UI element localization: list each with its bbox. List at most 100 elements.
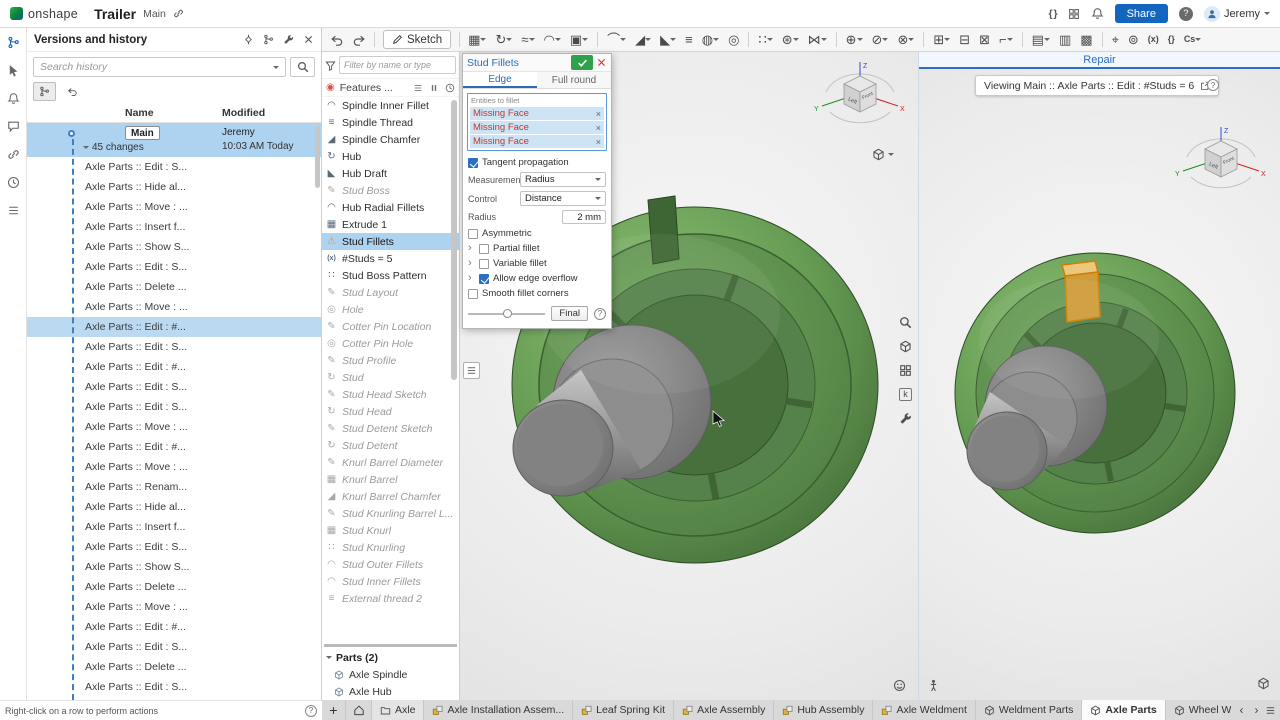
mass-properties-icon[interactable]: ⊚ <box>1128 33 1139 46</box>
feature-item[interactable]: ⚠Stud Fillets <box>322 233 459 250</box>
boolean-icon[interactable]: ⊕ <box>846 33 863 46</box>
user-menu[interactable]: Jeremy <box>1204 6 1270 22</box>
measurement-select[interactable]: Radius <box>520 172 606 187</box>
delete-face-icon[interactable]: ⊟ <box>959 33 970 46</box>
feature-item[interactable]: ↻Stud Detent <box>322 437 459 454</box>
remove-entity-icon[interactable]: × <box>596 137 601 147</box>
feedback-icon[interactable] <box>7 92 20 105</box>
close-panel-icon[interactable] <box>303 34 314 45</box>
tabs-scroll-left-button[interactable]: ‹ <box>1235 703 1248 717</box>
entities-to-fillet-box[interactable]: Entities to fillet Missing Face×Missing … <box>467 93 607 151</box>
hint-help-icon[interactable]: ? <box>305 705 317 717</box>
rib-icon[interactable]: ≡ <box>685 33 693 46</box>
feature-item[interactable]: ↻Stud <box>322 369 459 386</box>
feature-item[interactable]: ✎Knurl Barrel Diameter <box>322 454 459 471</box>
share-button[interactable]: Share <box>1115 4 1168 23</box>
parts-section-header[interactable]: Parts (2) <box>322 649 459 666</box>
repair-header[interactable]: Repair <box>919 52 1280 69</box>
mirror-icon[interactable]: ⋈ <box>808 33 827 46</box>
feature-item[interactable]: ◎Hole <box>322 301 459 318</box>
shell-icon[interactable]: ◍ <box>702 33 719 46</box>
compare-3d-viewport[interactable]: Viewing Main :: Axle Parts :: Edit : #St… <box>919 69 1280 700</box>
suppress-icon[interactable] <box>429 83 439 93</box>
feature-item[interactable]: ✎Stud Layout <box>322 284 459 301</box>
view-menu-button[interactable] <box>872 148 894 161</box>
feature-tree-scrollbar[interactable] <box>451 100 457 380</box>
notes-icon[interactable] <box>7 204 20 217</box>
feature-history-icon[interactable] <box>445 83 455 93</box>
linear-pattern-icon[interactable]: ∷ <box>758 33 772 46</box>
remove-entity-icon[interactable]: × <box>596 123 601 133</box>
feature-item[interactable]: ◠Hub Radial Fillets <box>322 199 459 216</box>
main-branch-badge[interactable]: Main <box>125 126 160 140</box>
dialog-help-icon[interactable]: ? <box>594 308 606 320</box>
tabs-menu-button[interactable] <box>1265 705 1276 716</box>
restore-history-icon[interactable] <box>61 82 84 101</box>
help-icon[interactable]: ? <box>1179 7 1193 21</box>
remove-entity-icon[interactable]: × <box>596 109 601 119</box>
fill-surface-icon[interactable]: ▤ <box>1032 33 1050 46</box>
feature-item[interactable]: ◠Spindle Inner Fillet <box>322 97 459 114</box>
cube-face-front[interactable]: Front <box>1222 155 1236 166</box>
smooth-fillet-corners-row[interactable]: Smooth fillet corners <box>463 286 611 301</box>
search-history-input[interactable]: Search history <box>33 57 286 77</box>
asymmetric-row[interactable]: Asymmetric <box>463 226 611 241</box>
feature-item[interactable]: ✎Stud Knurling Barrel L... <box>322 505 459 522</box>
feature-item[interactable]: ◠Stud Outer Fillets <box>322 556 459 573</box>
display-options-icon[interactable] <box>897 410 914 427</box>
select-tool-icon[interactable] <box>7 64 20 77</box>
create-version-icon[interactable] <box>243 34 254 45</box>
allow-edge-overflow-row[interactable]: › Allow edge overflow <box>463 271 611 286</box>
compare-view-options-icon[interactable] <box>1257 677 1270 690</box>
enclose-icon[interactable]: ▩ <box>1080 33 1092 46</box>
circular-pattern-icon[interactable]: ⊛ <box>782 33 799 46</box>
feature-item[interactable]: ✎Stud Head Sketch <box>322 386 459 403</box>
chamfer-icon[interactable]: ◢ <box>635 33 651 46</box>
feature-item[interactable]: ∷Stud Boss Pattern <box>322 267 459 284</box>
cube-face-front[interactable]: Front <box>861 90 875 101</box>
extrude-icon[interactable]: ▦ <box>468 33 486 46</box>
history-icon[interactable] <box>7 176 20 189</box>
create-branch-icon[interactable] <box>263 34 274 45</box>
variables-icon[interactable]: (x) <box>1148 35 1159 44</box>
versions-history-panel-icon[interactable] <box>7 36 20 49</box>
document-link-icon[interactable] <box>173 8 184 19</box>
feature-item[interactable]: ✎Stud Detent Sketch <box>322 420 459 437</box>
feature-item[interactable]: ✎Cotter Pin Location <box>322 318 459 335</box>
feature-item[interactable]: ◎Cotter Pin Hole <box>322 335 459 352</box>
thicken-icon[interactable]: ▣ <box>570 33 588 46</box>
rollback-slider[interactable] <box>468 313 545 315</box>
feature-item[interactable]: ▦Stud Knurl <box>322 522 459 539</box>
feature-item[interactable]: ◢Spindle Chamfer <box>322 131 459 148</box>
boundary-surface-icon[interactable]: ▥ <box>1059 33 1071 46</box>
tangent-propagation-row[interactable]: Tangent propagation <box>463 155 611 170</box>
hole-icon[interactable]: ◎ <box>728 33 739 46</box>
part-item[interactable]: Axle Hub <box>322 683 459 700</box>
versions-scrollbar[interactable] <box>315 126 320 188</box>
sketch-button[interactable]: Sketch <box>383 30 451 49</box>
intersect-icon[interactable]: ⊗ <box>897 33 914 46</box>
redo-button[interactable] <box>352 33 366 47</box>
changes-expander[interactable]: 45 changes <box>83 142 144 153</box>
missing-face-entity[interactable]: Missing Face× <box>470 107 604 120</box>
branch-view-toggle-icon[interactable] <box>33 82 56 101</box>
missing-face-entity[interactable]: Missing Face× <box>470 121 604 134</box>
loft-icon[interactable]: ◠ <box>544 33 561 46</box>
part-item[interactable]: Axle Spindle <box>322 666 459 683</box>
named-views-icon[interactable] <box>897 362 914 379</box>
partial-fillet-row[interactable]: › Partial fillet <box>463 241 611 256</box>
compare-help-icon[interactable]: ? <box>1207 79 1219 91</box>
feature-item[interactable]: ≡Spindle Thread <box>322 114 459 131</box>
app-store-icon[interactable] <box>1068 8 1080 20</box>
tab-wheel-weldment[interactable]: Wheel Weldment <box>1166 700 1231 720</box>
feature-item[interactable]: ◠Stud Inner Fillets <box>322 573 459 590</box>
view-cube-compare[interactable]: Left Front Z X Y <box>1173 119 1269 206</box>
chevron-right-icon[interactable]: › <box>468 258 475 269</box>
scale-figure-icon[interactable] <box>927 679 940 692</box>
feature-item[interactable]: (x)#Studs = 5 <box>322 250 459 267</box>
rollback-handle-button[interactable] <box>463 362 480 379</box>
fillet-icon[interactable]: ⌒ <box>607 33 626 46</box>
missing-face-entity[interactable]: Missing Face× <box>470 135 604 148</box>
feature-item[interactable]: ▦Extrude 1 <box>322 216 459 233</box>
sweep-icon[interactable]: ≈ <box>521 33 534 46</box>
